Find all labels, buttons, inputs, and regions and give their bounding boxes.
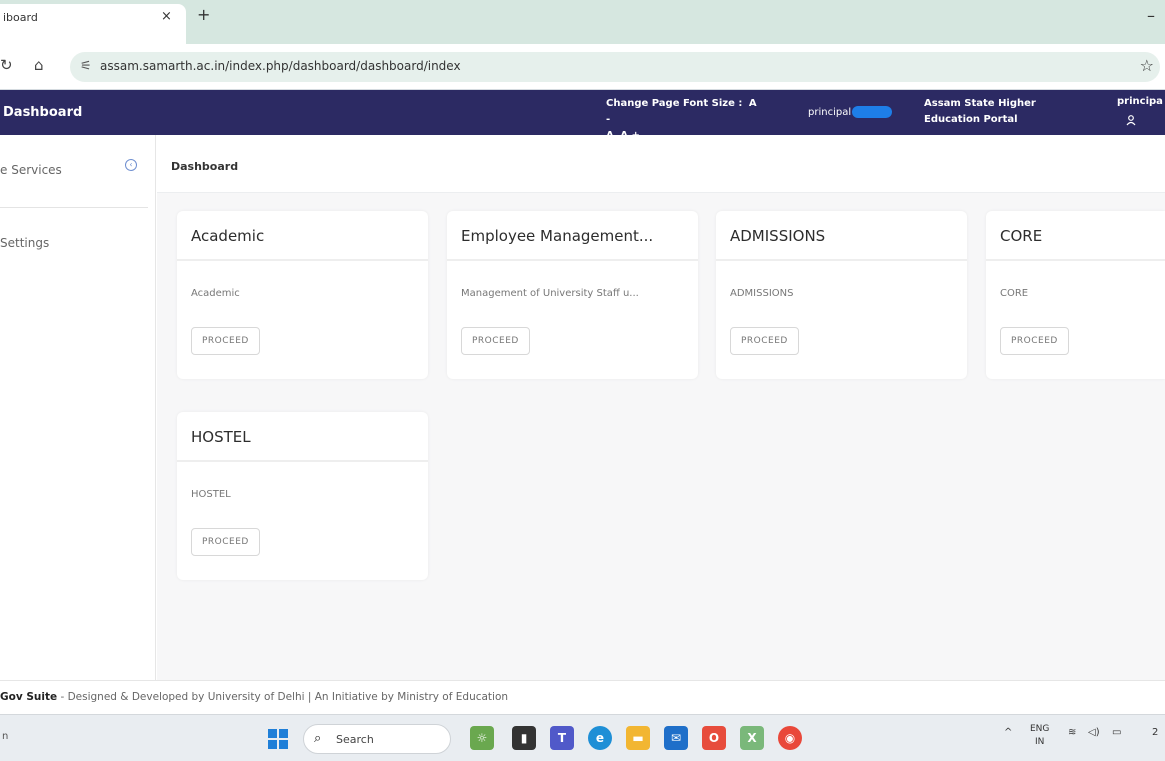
input-language-indicator[interactable]: ENG IN [1030,723,1049,749]
tab-close-icon[interactable]: × [161,9,172,24]
card-description: Academic [191,288,240,299]
card-title: HOSTEL [191,428,251,446]
bookmark-star-icon[interactable]: ☆ [1140,56,1154,75]
sidebar-item-services[interactable]: e Services [0,163,62,177]
office-app-icon[interactable]: O [702,726,726,750]
home-icon[interactable]: ⌂ [34,56,44,74]
module-card-admissions: ADMISSIONS ADMISSIONS PROCEED [716,211,967,379]
card-title: CORE [1000,227,1043,245]
card-header: ADMISSIONS [716,211,967,261]
main-content: Dashboard Academic Academic PROCEED Empl… [157,135,1165,680]
card-description: CORE [1000,288,1029,299]
card-header: Academic [177,211,428,261]
edge-icon[interactable]: e [588,726,612,750]
page-footer: Gov Suite - Designed & Developed by Univ… [0,680,1165,714]
file-explorer-icon[interactable]: ▬ [626,726,650,750]
weather-widget-icon[interactable]: ☼ [470,726,494,750]
proceed-button[interactable]: PROCEED [461,327,530,355]
new-tab-button[interactable]: + [197,5,210,24]
app-header: Dashboard Change Page Font Size : A - A … [0,90,1165,141]
url-text[interactable]: assam.samarth.ac.in/index.php/dashboard/… [100,59,461,73]
task-view-icon[interactable]: ▮ [512,726,536,750]
card-header: CORE [986,211,1165,261]
browser-tab-strip: iboard × + – [0,0,1165,44]
browser-tab[interactable]: iboard × [0,4,186,44]
card-header: HOSTEL [177,412,428,462]
card-title: Academic [191,227,265,245]
reload-icon[interactable]: ↻ [0,56,13,74]
sidebar-divider [0,207,148,208]
search-icon: ⌕ [314,731,322,746]
browser-toolbar: ↻ ⌂ ⚟ assam.samarth.ac.in/index.php/dash… [0,44,1165,90]
sidebar: e Services ‹ Settings [0,135,156,680]
proceed-button[interactable]: PROCEED [191,327,260,355]
sidebar-collapse-icon[interactable]: ‹ [125,159,137,171]
footer-text: Gov Suite - Designed & Developed by Univ… [0,691,508,703]
user-avatar-icon[interactable] [1122,114,1140,128]
minimize-window-button[interactable]: – [1147,6,1155,25]
card-description: ADMISSIONS [730,288,794,299]
app-title[interactable]: Dashboard [3,105,82,120]
card-description: HOSTEL [191,489,231,500]
sidebar-item-settings[interactable]: Settings [0,236,49,250]
card-title: ADMISSIONS [730,227,826,245]
footer-brand: Gov Suite [0,691,58,703]
redaction-mark [852,106,893,118]
volume-icon[interactable]: ◁) [1088,727,1100,738]
os-taskbar: n ⌕ Search ☼ ▮ T e ▬ ✉ O X ◉ ^ ENG IN ≋ … [0,714,1165,761]
user-menu-label[interactable]: principa [1117,96,1165,107]
clock-partial[interactable]: 2 [1152,727,1158,738]
user-name: principal [808,107,852,118]
taskbar-search-placeholder: Search [336,733,374,746]
tray-overflow-icon[interactable]: ^ [1004,727,1012,738]
chrome-icon[interactable]: ◉ [778,726,802,750]
breadcrumb-bar: Dashboard [157,135,1165,193]
taskbar-search-box[interactable]: ⌕ Search [303,724,451,754]
teams-icon[interactable]: T [550,726,574,750]
font-size-label: Change Page Font Size : [606,98,743,109]
battery-icon[interactable]: ▭ [1112,727,1121,738]
portal-name: Assam State Higher Education Portal [924,98,1036,125]
card-header: Employee Management... [447,211,698,261]
address-bar[interactable]: ⚟ assam.samarth.ac.in/index.php/dashboar… [70,52,1160,82]
language-code: ENG [1030,724,1050,734]
windows-start-icon[interactable] [268,729,288,749]
mail-icon[interactable]: ✉ [664,726,688,750]
module-card-hostel: HOSTEL HOSTEL PROCEED [177,412,428,580]
module-card-employee-management: Employee Management... Management of Uni… [447,211,698,379]
wifi-icon[interactable]: ≋ [1068,727,1076,738]
breadcrumb[interactable]: Dashboard [171,160,238,173]
user-chip[interactable]: principal [808,106,893,120]
module-card-core: CORE CORE PROCEED [986,211,1165,379]
region-code: IN [1035,737,1045,747]
proceed-button[interactable]: PROCEED [730,327,799,355]
tab-title: iboard [3,11,38,24]
card-description: Management of University Staff u... [461,288,639,299]
taskbar-left-text: n [2,731,9,742]
footer-credits: - Designed & Developed by University of … [57,691,509,703]
site-settings-icon[interactable]: ⚟ [80,59,92,74]
proceed-button[interactable]: PROCEED [191,528,260,556]
module-card-academic: Academic Academic PROCEED [177,211,428,379]
spreadsheet-app-icon[interactable]: X [740,726,764,750]
proceed-button[interactable]: PROCEED [1000,327,1069,355]
card-title: Employee Management... [461,227,654,245]
